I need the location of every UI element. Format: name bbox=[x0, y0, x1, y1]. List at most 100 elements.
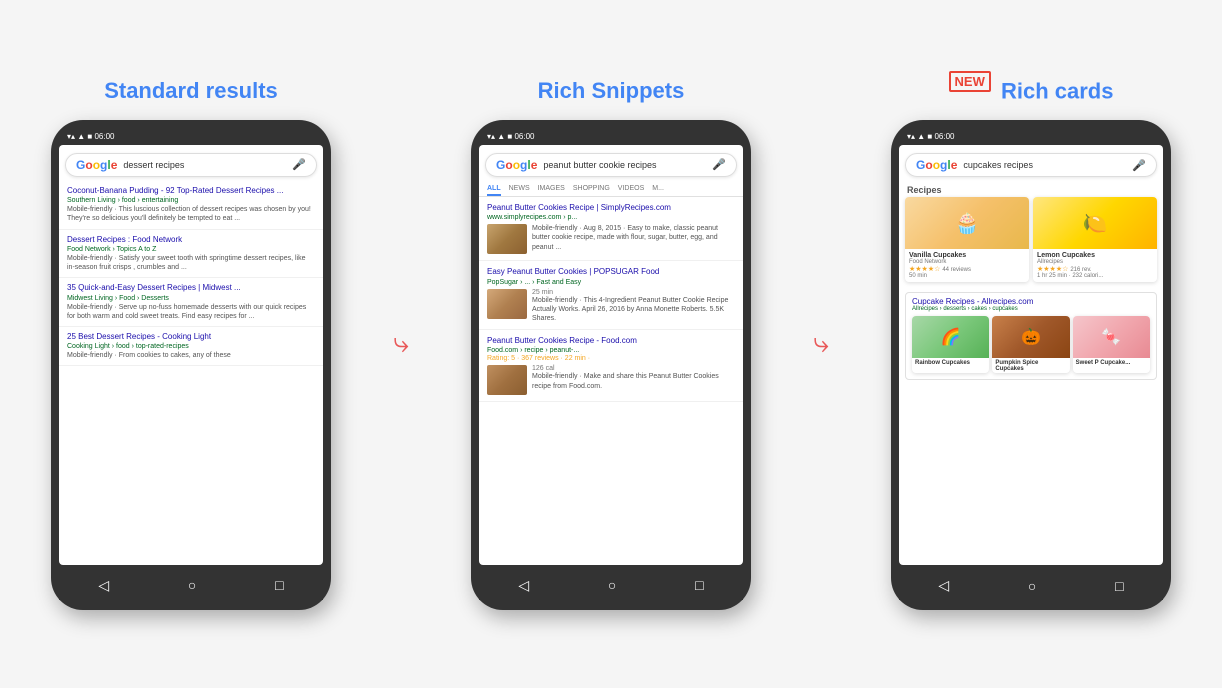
card-lemon[interactable]: 🍋 Lemon Cupcakes Allrecipes ★★★★☆ 216 re… bbox=[1033, 197, 1157, 282]
rich-snippets-title: Rich Snippets bbox=[538, 78, 685, 104]
phone-standard: ▾▴ ▲ ■ 06:00 Google dessert recipes 🎤 Co… bbox=[51, 120, 331, 610]
arrow-2: ⤷ bbox=[813, 327, 829, 360]
rich-snippets-section: Rich Snippets ▾▴ ▲ ■ 06:00 Google peanut… bbox=[431, 78, 791, 610]
mic-icon-2: 🎤 bbox=[712, 158, 726, 171]
google-logo-2: Google bbox=[496, 158, 537, 172]
tab-shopping[interactable]: SHOPPING bbox=[573, 185, 610, 196]
screen-snippets: Google peanut butter cookie recipes 🎤 AL… bbox=[479, 145, 743, 565]
standard-title: Standard results bbox=[104, 78, 278, 104]
cards-top-row: 🧁 Vanilla Cupcakes Food Network ★★★★☆ 44… bbox=[899, 197, 1163, 288]
card-rainbow[interactable]: 🌈 Rainbow Cupcakes bbox=[912, 316, 989, 373]
allrecipes-title: Cupcake Recipes - Allrecipes.com bbox=[912, 297, 1150, 306]
card-lemon-name: Lemon Cupcakes bbox=[1037, 252, 1153, 259]
back-btn-3[interactable]: ◁ bbox=[938, 577, 949, 594]
card-rainbow-name: Rainbow Cupcakes bbox=[912, 358, 989, 367]
card-pumpkin[interactable]: 🎃 Pumpkin Spice Cupcakes bbox=[992, 316, 1069, 373]
tab-images[interactable]: IMAGES bbox=[538, 185, 565, 196]
snippet-1-thumb bbox=[487, 224, 527, 254]
result-1: Coconut-Banana Pudding - 92 Top-Rated De… bbox=[59, 181, 323, 230]
tab-more[interactable]: M... bbox=[652, 185, 664, 196]
result-2-desc: Mobile-friendly · Satisfy your sweet too… bbox=[67, 254, 315, 272]
allrecipes-url: Allrecipes › desserts › cakes › cupcakes bbox=[912, 306, 1150, 312]
rich-cards-section: NEW Rich cards ▾▴ ▲ ■ 06:00 Google cupca… bbox=[851, 78, 1211, 610]
snippet-3-body: 126 cal Mobile-friendly · Make and share… bbox=[487, 365, 735, 395]
card-rainbow-img: 🌈 bbox=[912, 316, 989, 358]
time-1: ▾▴ ▲ ■ 06:00 bbox=[67, 132, 114, 141]
result-2-url: Food Network › Topics A to Z bbox=[67, 246, 315, 253]
arrow-2-section: ⤷ bbox=[791, 327, 851, 360]
result-3-url: Midwest Living › Food › Desserts bbox=[67, 295, 315, 302]
new-badge: NEW bbox=[949, 71, 991, 92]
snippet-2-url: PopSugar › ... › Fast and Easy bbox=[487, 279, 735, 286]
search-bar-1[interactable]: Google dessert recipes 🎤 bbox=[65, 153, 317, 177]
home-btn-1[interactable]: ○ bbox=[188, 577, 196, 593]
snippet-2-body: 25 min Mobile-friendly · This 4-Ingredie… bbox=[487, 289, 735, 323]
standard-section: Standard results ▾▴ ▲ ■ 06:00 Google des… bbox=[11, 78, 371, 610]
result-2-title: Dessert Recipes : Food Network bbox=[67, 235, 315, 245]
time-2: ▾▴ ▲ ■ 06:00 bbox=[487, 132, 534, 141]
snippet-2-text: Mobile-friendly · This 4-Ingredient Pean… bbox=[532, 296, 735, 323]
tab-all[interactable]: ALL bbox=[487, 185, 501, 196]
main-container: Standard results ▾▴ ▲ ■ 06:00 Google des… bbox=[11, 78, 1211, 610]
google-logo-3: Google bbox=[916, 158, 957, 172]
result-4-url: Cooking Light › food › top-rated-recipes bbox=[67, 343, 315, 350]
search-bar-2[interactable]: Google peanut butter cookie recipes 🎤 bbox=[485, 153, 737, 177]
result-3-desc: Mobile-friendly · Serve up no-fuss homem… bbox=[67, 303, 315, 321]
card-sweet-name: Sweet P Cupcake... bbox=[1073, 358, 1150, 367]
search-query-2: peanut butter cookie recipes bbox=[543, 160, 712, 170]
result-4-title: 25 Best Dessert Recipes - Cooking Light bbox=[67, 332, 315, 342]
result-2: Dessert Recipes : Food Network Food Netw… bbox=[59, 230, 323, 279]
card-pumpkin-name: Pumpkin Spice Cupcakes bbox=[992, 358, 1069, 373]
snippet-2-meta: 25 min bbox=[532, 289, 735, 296]
mic-icon-3: 🎤 bbox=[1132, 159, 1146, 172]
home-btn-2[interactable]: ○ bbox=[608, 577, 616, 593]
recents-btn-1[interactable]: □ bbox=[275, 577, 283, 593]
screen-standard: Google dessert recipes 🎤 Coconut-Banana … bbox=[59, 145, 323, 565]
snippet-1-text: Mobile-friendly · Aug 8, 2015 · Easy to … bbox=[532, 224, 735, 254]
card-lemon-stars: ★★★★☆ 216 rev. bbox=[1037, 265, 1153, 273]
card-vanilla-info: Vanilla Cupcakes Food Network ★★★★☆ 44 r… bbox=[905, 249, 1029, 282]
card-pumpkin-img: 🎃 bbox=[992, 316, 1069, 358]
card-vanilla-img: 🧁 bbox=[905, 197, 1029, 249]
snippet-2-title: Easy Peanut Butter Cookies | POPSUGAR Fo… bbox=[487, 267, 735, 277]
result-1-desc: Mobile-friendly · This luscious collecti… bbox=[67, 205, 315, 223]
result-4-desc: Mobile-friendly · From cookies to cakes,… bbox=[67, 351, 315, 360]
snippet-3-text: Mobile-friendly · Make and share this Pe… bbox=[532, 372, 735, 390]
back-btn-1[interactable]: ◁ bbox=[98, 577, 109, 594]
phone-status-bar-2: ▾▴ ▲ ■ 06:00 bbox=[479, 130, 743, 145]
phone-status-bar-1: ▾▴ ▲ ■ 06:00 bbox=[59, 130, 323, 145]
result-1-url: Southern Living › food › entertaining bbox=[67, 197, 315, 204]
allrecipes-header: Cupcake Recipes - Allrecipes.com Allreci… bbox=[906, 293, 1156, 316]
recents-btn-2[interactable]: □ bbox=[695, 577, 703, 593]
google-logo-1: Google bbox=[76, 158, 117, 172]
home-btn-3[interactable]: ○ bbox=[1028, 578, 1036, 594]
phone-status-bar-3: ▾▴ ▲ ■ 06:00 bbox=[899, 130, 1163, 145]
back-btn-2[interactable]: ◁ bbox=[518, 577, 529, 594]
card-vanilla[interactable]: 🧁 Vanilla Cupcakes Food Network ★★★★☆ 44… bbox=[905, 197, 1029, 282]
card-sweet[interactable]: 🍬 Sweet P Cupcake... bbox=[1073, 316, 1150, 373]
card-lemon-img: 🍋 bbox=[1033, 197, 1157, 249]
tab-news[interactable]: NEWS bbox=[509, 185, 530, 196]
snippet-3-url: Food.com › recipe › peanut-... bbox=[487, 347, 735, 354]
card-vanilla-time: 50 min bbox=[909, 273, 1025, 279]
search-bar-3[interactable]: Google cupcakes recipes 🎤 bbox=[905, 153, 1157, 177]
result-1-title: Coconut-Banana Pudding - 92 Top-Rated De… bbox=[67, 186, 315, 196]
card-lemon-info: Lemon Cupcakes Allrecipes ★★★★☆ 216 rev.… bbox=[1033, 249, 1157, 282]
result-4: 25 Best Dessert Recipes - Cooking Light … bbox=[59, 327, 323, 366]
snippet-3-rating: Rating: 5 · 367 reviews · 22 min · bbox=[487, 355, 735, 362]
snippet-3-title: Peanut Butter Cookies Recipe - Food.com bbox=[487, 336, 735, 346]
phone-snippets: ▾▴ ▲ ■ 06:00 Google peanut butter cookie… bbox=[471, 120, 751, 610]
cards-bottom-row: 🌈 Rainbow Cupcakes 🎃 Pumpkin Spice Cupca… bbox=[906, 316, 1156, 379]
search-query-1: dessert recipes bbox=[123, 160, 292, 170]
recents-btn-3[interactable]: □ bbox=[1115, 578, 1123, 594]
nav-bar-2: ◁ ○ □ bbox=[479, 571, 743, 600]
nav-bar-3: ◁ ○ □ bbox=[899, 571, 1163, 600]
result-3-title: 35 Quick-and-Easy Dessert Recipes | Midw… bbox=[67, 283, 315, 293]
arrow-1: ⤷ bbox=[393, 327, 409, 360]
time-3: ▾▴ ▲ ■ 06:00 bbox=[907, 132, 954, 141]
card-lemon-time: 1 hr 25 min · 232 calori... bbox=[1037, 273, 1153, 279]
snippet-2-thumb bbox=[487, 289, 527, 319]
cards-label: Recipes bbox=[899, 181, 1163, 197]
tab-videos[interactable]: VIDEOS bbox=[618, 185, 644, 196]
card-vanilla-stars: ★★★★☆ 44 reviews bbox=[909, 265, 1025, 273]
